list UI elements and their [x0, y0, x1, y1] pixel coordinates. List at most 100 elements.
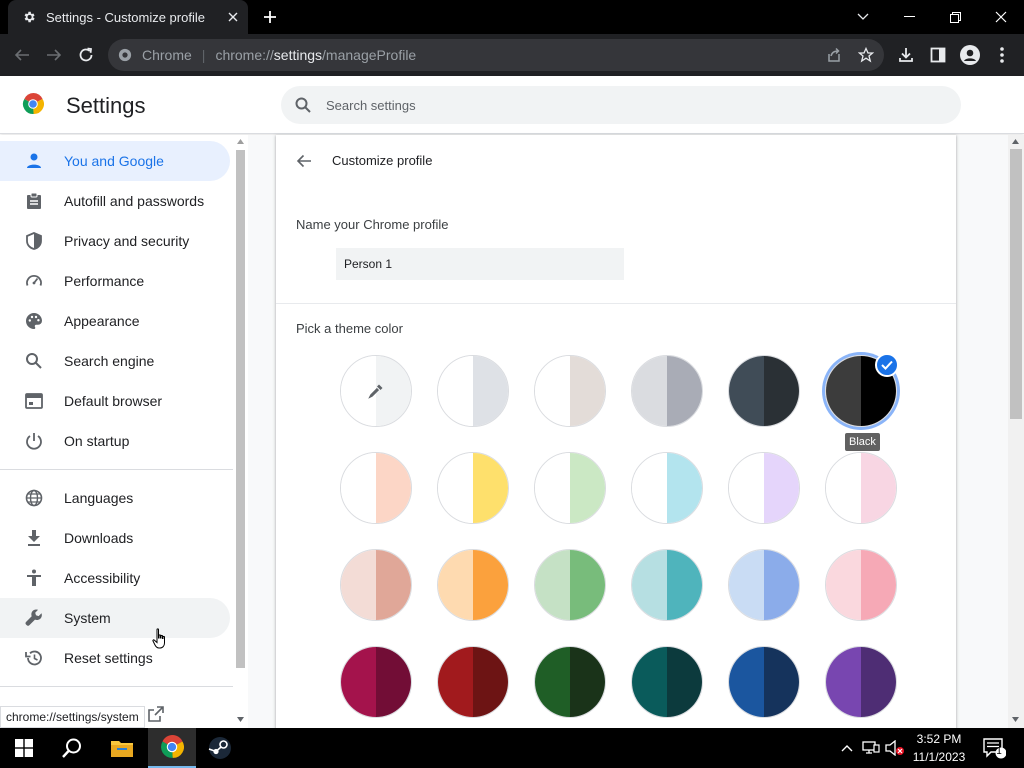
side-panel-icon[interactable]	[926, 43, 950, 67]
scroll-down-arrow-icon[interactable]	[1012, 717, 1019, 722]
sidebar-item-label: Reset settings	[64, 650, 153, 666]
browser-icon	[24, 391, 44, 411]
download-toolbar-icon[interactable]	[894, 43, 918, 67]
sidebar-item-appearance[interactable]: Appearance	[0, 301, 230, 341]
theme-color-swatch[interactable]	[437, 646, 509, 718]
swatch-right-half	[570, 356, 605, 426]
clock-date: 11/1/2023	[912, 750, 966, 764]
theme-color-swatch[interactable]	[631, 452, 703, 524]
sidebar-item-you-and-google[interactable]: You and Google	[0, 141, 230, 181]
url-host: settings	[273, 47, 323, 63]
profile-name-label: Name your Chrome profile	[296, 217, 449, 232]
speedometer-icon	[24, 271, 44, 291]
windows-taskbar: 3:52 PM 11/1/2023 1	[0, 728, 1024, 768]
sidebar-item-performance[interactable]: Performance	[0, 261, 230, 301]
taskbar-search-icon[interactable]	[48, 728, 96, 768]
sidebar-item-system[interactable]: System	[0, 598, 230, 638]
search-icon	[295, 97, 311, 113]
theme-color-swatch[interactable]	[728, 452, 800, 524]
address-bar[interactable]: Chrome | chrome://settings/manageProfile	[108, 39, 884, 71]
sidebar-item-accessibility[interactable]: Accessibility	[0, 558, 230, 598]
swatch-left-half	[632, 550, 667, 620]
gear-icon	[22, 9, 38, 25]
custom-color-swatch[interactable]	[340, 355, 412, 427]
swatch-left-half	[341, 550, 376, 620]
scroll-up-arrow-icon[interactable]	[1012, 139, 1019, 144]
sidebar-item-privacy[interactable]: Privacy and security	[0, 221, 230, 261]
volume-muted-icon[interactable]	[884, 728, 906, 768]
back-nav-icon[interactable]	[10, 43, 34, 67]
forward-nav-icon[interactable]	[42, 43, 66, 67]
tab-search-icon[interactable]	[840, 0, 886, 34]
swatch-left-half	[438, 647, 473, 717]
browser-toolbar: Chrome | chrome://settings/manageProfile	[0, 34, 1024, 76]
theme-color-swatch[interactable]	[728, 646, 800, 718]
download-icon	[24, 528, 44, 548]
sidebar-item-label: Autofill and passwords	[64, 193, 205, 209]
windows-start-icon[interactable]	[0, 728, 48, 768]
restore-button[interactable]	[932, 0, 978, 34]
theme-color-swatch[interactable]	[728, 355, 800, 427]
sidebar-scrollbar[interactable]	[233, 135, 248, 728]
profile-name-input[interactable]	[336, 248, 624, 280]
theme-color-swatch[interactable]	[340, 452, 412, 524]
notification-center-icon[interactable]: 1	[980, 728, 1008, 768]
sidebar-scroll-thumb[interactable]	[236, 150, 245, 668]
sidebar-item-search-engine[interactable]: Search engine	[0, 341, 230, 381]
bookmark-star-icon[interactable]	[856, 45, 876, 65]
theme-color-swatch[interactable]	[825, 452, 897, 524]
sidebar-item-downloads[interactable]: Downloads	[0, 518, 230, 558]
sidebar-item-label: System	[64, 610, 111, 626]
theme-color-swatch[interactable]	[631, 549, 703, 621]
theme-color-swatch[interactable]	[631, 646, 703, 718]
sidebar-item-autofill[interactable]: Autofill and passwords	[0, 181, 230, 221]
external-link-icon[interactable]	[148, 706, 164, 727]
page-title: Settings	[66, 93, 146, 118]
browser-tab[interactable]: Settings - Customize profile	[8, 0, 248, 34]
theme-color-swatch[interactable]	[534, 355, 606, 427]
swatch-left-half	[632, 647, 667, 717]
scroll-up-arrow-icon[interactable]	[237, 139, 244, 144]
swatch-left-half	[438, 550, 473, 620]
theme-color-swatch[interactable]	[825, 646, 897, 718]
sidebar-item-on-startup[interactable]: On startup	[0, 421, 230, 461]
theme-color-swatch[interactable]	[437, 355, 509, 427]
theme-color-swatch[interactable]	[534, 549, 606, 621]
page-scrollbar[interactable]	[1008, 135, 1024, 728]
swatch-right-half	[570, 453, 605, 523]
theme-color-swatch[interactable]	[437, 549, 509, 621]
scroll-down-arrow-icon[interactable]	[237, 717, 244, 722]
close-window-button[interactable]	[978, 0, 1024, 34]
sidebar-item-default-browser[interactable]: Default browser	[0, 381, 230, 421]
settings-search[interactable]	[281, 86, 961, 124]
search-input[interactable]	[326, 97, 886, 113]
file-explorer-icon[interactable]	[98, 728, 146, 768]
sidebar-item-reset-settings[interactable]: Reset settings	[0, 638, 230, 678]
more-menu-icon[interactable]	[990, 43, 1014, 67]
tray-chevron-icon[interactable]	[838, 728, 856, 768]
minimize-button[interactable]	[886, 0, 932, 34]
swatch-left-half	[729, 647, 764, 717]
theme-color-swatch[interactable]	[728, 549, 800, 621]
theme-color-swatch[interactable]	[437, 452, 509, 524]
network-icon[interactable]	[860, 728, 882, 768]
theme-color-swatch[interactable]	[534, 452, 606, 524]
back-arrow-icon[interactable]	[294, 151, 314, 171]
page-scroll-thumb[interactable]	[1010, 149, 1022, 419]
theme-color-swatch[interactable]	[534, 646, 606, 718]
swatch-right-half	[376, 647, 411, 717]
theme-color-swatch[interactable]	[340, 646, 412, 718]
tab-close-icon[interactable]	[222, 6, 244, 28]
screen: Settings - Customize profile Chrome | ch…	[0, 0, 1024, 768]
taskbar-clock[interactable]: 3:52 PM 11/1/2023	[908, 730, 970, 766]
theme-color-swatch[interactable]	[340, 549, 412, 621]
theme-color-swatch[interactable]	[631, 355, 703, 427]
share-icon[interactable]	[824, 45, 844, 65]
profile-avatar-icon[interactable]	[958, 43, 982, 67]
sidebar-item-languages[interactable]: Languages	[0, 478, 230, 518]
new-tab-button[interactable]	[258, 5, 282, 29]
chrome-taskbar-icon[interactable]	[148, 728, 196, 768]
theme-color-swatch[interactable]	[825, 549, 897, 621]
reload-icon[interactable]	[74, 43, 98, 67]
steam-icon[interactable]	[196, 728, 244, 768]
